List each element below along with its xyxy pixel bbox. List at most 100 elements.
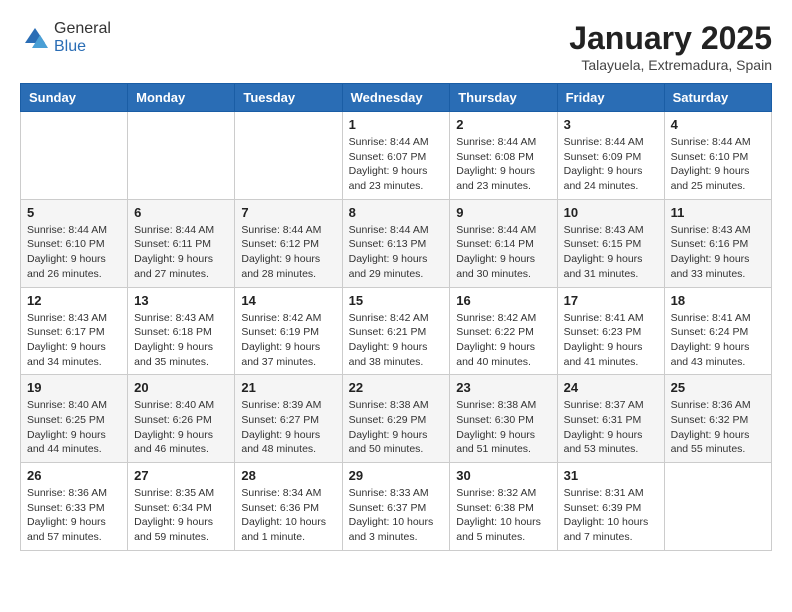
day-cell-30: 30 Sunrise: 8:32 AM Sunset: 6:38 PM Dayli… — [450, 463, 557, 551]
day-number-24: 24 — [564, 380, 658, 395]
day-info-9: Sunrise: 8:44 AM Sunset: 6:14 PM Dayligh… — [456, 223, 550, 282]
empty-cell — [128, 112, 235, 200]
day-number-15: 15 — [349, 293, 444, 308]
day-info-1: Sunrise: 8:44 AM Sunset: 6:07 PM Dayligh… — [349, 135, 444, 194]
day-info-22: Sunrise: 8:38 AM Sunset: 6:29 PM Dayligh… — [349, 398, 444, 457]
week-row-2: 12 Sunrise: 8:43 AM Sunset: 6:17 PM Dayli… — [21, 287, 772, 375]
day-info-17: Sunrise: 8:41 AM Sunset: 6:23 PM Dayligh… — [564, 311, 658, 370]
day-number-21: 21 — [241, 380, 335, 395]
day-number-30: 30 — [456, 468, 550, 483]
day-info-25: Sunrise: 8:36 AM Sunset: 6:32 PM Dayligh… — [671, 398, 765, 457]
day-number-11: 11 — [671, 205, 765, 220]
day-number-14: 14 — [241, 293, 335, 308]
calendar-body: 1 Sunrise: 8:44 AM Sunset: 6:07 PM Daylig… — [21, 112, 772, 551]
day-info-7: Sunrise: 8:44 AM Sunset: 6:12 PM Dayligh… — [241, 223, 335, 282]
logo-icon — [20, 23, 50, 53]
day-number-18: 18 — [671, 293, 765, 308]
day-info-30: Sunrise: 8:32 AM Sunset: 6:38 PM Dayligh… — [456, 486, 550, 545]
weekday-header-sunday: Sunday — [21, 84, 128, 112]
day-number-13: 13 — [134, 293, 228, 308]
day-info-3: Sunrise: 8:44 AM Sunset: 6:09 PM Dayligh… — [564, 135, 658, 194]
day-cell-19: 19 Sunrise: 8:40 AM Sunset: 6:25 PM Dayli… — [21, 375, 128, 463]
day-number-12: 12 — [27, 293, 121, 308]
empty-cell — [664, 463, 771, 551]
day-info-27: Sunrise: 8:35 AM Sunset: 6:34 PM Dayligh… — [134, 486, 228, 545]
day-info-31: Sunrise: 8:31 AM Sunset: 6:39 PM Dayligh… — [564, 486, 658, 545]
day-number-2: 2 — [456, 117, 550, 132]
day-number-1: 1 — [349, 117, 444, 132]
logo: General Blue — [20, 20, 111, 56]
day-cell-24: 24 Sunrise: 8:37 AM Sunset: 6:31 PM Dayli… — [557, 375, 664, 463]
day-cell-13: 13Sunrise: 8:43 AM Sunset: 6:18 PM Dayli… — [128, 287, 235, 375]
location: Talayuela, Extremadura, Spain — [569, 57, 772, 73]
page-header: General Blue January 2025 Talayuela, Ext… — [20, 20, 772, 73]
day-number-19: 19 — [27, 380, 121, 395]
empty-cell — [235, 112, 342, 200]
week-row-3: 19 Sunrise: 8:40 AM Sunset: 6:25 PM Dayli… — [21, 375, 772, 463]
day-number-6: 6 — [134, 205, 228, 220]
day-info-19: Sunrise: 8:40 AM Sunset: 6:25 PM Dayligh… — [27, 398, 121, 457]
day-cell-27: 27 Sunrise: 8:35 AM Sunset: 6:34 PM Dayli… — [128, 463, 235, 551]
day-info-18: Sunrise: 8:41 AM Sunset: 6:24 PM Dayligh… — [671, 311, 765, 370]
day-info-14: Sunrise: 8:42 AM Sunset: 6:19 PM Dayligh… — [241, 311, 335, 370]
day-info-29: Sunrise: 8:33 AM Sunset: 6:37 PM Dayligh… — [349, 486, 444, 545]
day-cell-25: 25Sunrise: 8:36 AM Sunset: 6:32 PM Dayli… — [664, 375, 771, 463]
day-number-31: 31 — [564, 468, 658, 483]
weekday-header-tuesday: Tuesday — [235, 84, 342, 112]
day-cell-5: 5 Sunrise: 8:44 AM Sunset: 6:10 PM Daylig… — [21, 199, 128, 287]
day-cell-2: 2Sunrise: 8:44 AM Sunset: 6:08 PM Daylig… — [450, 112, 557, 200]
day-cell-17: 17 Sunrise: 8:41 AM Sunset: 6:23 PM Dayli… — [557, 287, 664, 375]
day-info-10: Sunrise: 8:43 AM Sunset: 6:15 PM Dayligh… — [564, 223, 658, 282]
day-info-21: Sunrise: 8:39 AM Sunset: 6:27 PM Dayligh… — [241, 398, 335, 457]
day-info-28: Sunrise: 8:34 AM Sunset: 6:36 PM Dayligh… — [241, 486, 335, 545]
empty-cell — [21, 112, 128, 200]
month-title: January 2025 — [569, 20, 772, 57]
day-cell-7: 7Sunrise: 8:44 AM Sunset: 6:12 PM Daylig… — [235, 199, 342, 287]
day-info-5: Sunrise: 8:44 AM Sunset: 6:10 PM Dayligh… — [27, 223, 121, 282]
day-number-10: 10 — [564, 205, 658, 220]
day-cell-10: 10 Sunrise: 8:43 AM Sunset: 6:15 PM Dayli… — [557, 199, 664, 287]
day-cell-4: 4Sunrise: 8:44 AM Sunset: 6:10 PM Daylig… — [664, 112, 771, 200]
weekday-header-friday: Friday — [557, 84, 664, 112]
day-info-24: Sunrise: 8:37 AM Sunset: 6:31 PM Dayligh… — [564, 398, 658, 457]
day-number-5: 5 — [27, 205, 121, 220]
day-cell-14: 14 Sunrise: 8:42 AM Sunset: 6:19 PM Dayli… — [235, 287, 342, 375]
day-number-23: 23 — [456, 380, 550, 395]
day-number-4: 4 — [671, 117, 765, 132]
day-number-29: 29 — [349, 468, 444, 483]
day-cell-8: 8Sunrise: 8:44 AM Sunset: 6:13 PM Daylig… — [342, 199, 450, 287]
day-cell-28: 28 Sunrise: 8:34 AM Sunset: 6:36 PM Dayli… — [235, 463, 342, 551]
day-cell-26: 26 Sunrise: 8:36 AM Sunset: 6:33 PM Dayli… — [21, 463, 128, 551]
calendar-table: SundayMondayTuesdayWednesdayThursdayFrid… — [20, 83, 772, 551]
day-info-8: Sunrise: 8:44 AM Sunset: 6:13 PM Dayligh… — [349, 223, 444, 282]
logo-text: General Blue — [54, 20, 111, 56]
day-cell-31: 31 Sunrise: 8:31 AM Sunset: 6:39 PM Dayli… — [557, 463, 664, 551]
day-number-27: 27 — [134, 468, 228, 483]
day-cell-3: 3 Sunrise: 8:44 AM Sunset: 6:09 PM Daylig… — [557, 112, 664, 200]
day-cell-16: 16Sunrise: 8:42 AM Sunset: 6:22 PM Dayli… — [450, 287, 557, 375]
day-cell-21: 21 Sunrise: 8:39 AM Sunset: 6:27 PM Dayli… — [235, 375, 342, 463]
day-info-6: Sunrise: 8:44 AM Sunset: 6:11 PM Dayligh… — [134, 223, 228, 282]
day-info-12: Sunrise: 8:43 AM Sunset: 6:17 PM Dayligh… — [27, 311, 121, 370]
day-info-15: Sunrise: 8:42 AM Sunset: 6:21 PM Dayligh… — [349, 311, 444, 370]
week-row-1: 5 Sunrise: 8:44 AM Sunset: 6:10 PM Daylig… — [21, 199, 772, 287]
day-info-26: Sunrise: 8:36 AM Sunset: 6:33 PM Dayligh… — [27, 486, 121, 545]
logo-blue: Blue — [54, 38, 86, 55]
day-cell-23: 23Sunrise: 8:38 AM Sunset: 6:30 PM Dayli… — [450, 375, 557, 463]
day-number-28: 28 — [241, 468, 335, 483]
day-cell-29: 29 Sunrise: 8:33 AM Sunset: 6:37 PM Dayli… — [342, 463, 450, 551]
day-number-26: 26 — [27, 468, 121, 483]
day-number-17: 17 — [564, 293, 658, 308]
day-number-3: 3 — [564, 117, 658, 132]
day-number-16: 16 — [456, 293, 550, 308]
day-cell-6: 6 Sunrise: 8:44 AM Sunset: 6:11 PM Daylig… — [128, 199, 235, 287]
day-cell-22: 22 Sunrise: 8:38 AM Sunset: 6:29 PM Dayli… — [342, 375, 450, 463]
weekday-header-monday: Monday — [128, 84, 235, 112]
week-row-0: 1 Sunrise: 8:44 AM Sunset: 6:07 PM Daylig… — [21, 112, 772, 200]
day-cell-15: 15 Sunrise: 8:42 AM Sunset: 6:21 PM Dayli… — [342, 287, 450, 375]
weekday-header-saturday: Saturday — [664, 84, 771, 112]
day-info-11: Sunrise: 8:43 AM Sunset: 6:16 PM Dayligh… — [671, 223, 765, 282]
day-cell-1: 1 Sunrise: 8:44 AM Sunset: 6:07 PM Daylig… — [342, 112, 450, 200]
day-number-22: 22 — [349, 380, 444, 395]
day-cell-18: 18 Sunrise: 8:41 AM Sunset: 6:24 PM Dayli… — [664, 287, 771, 375]
